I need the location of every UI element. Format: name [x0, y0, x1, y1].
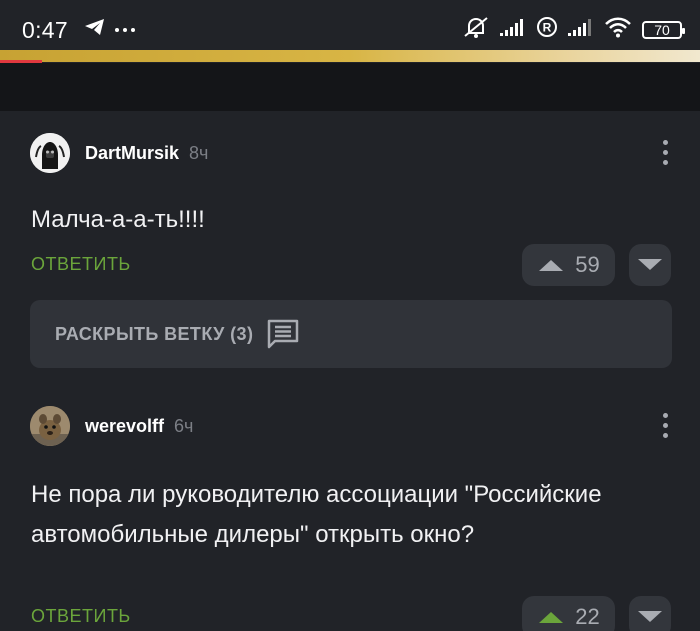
expand-thread-label: РАСКРЫТЬ ВЕТКУ (3) — [55, 323, 254, 344]
comment-text: Не пора ли руководителю ассоциации "Росс… — [31, 481, 602, 548]
svg-text:R: R — [543, 21, 552, 35]
status-bar: 0:47 R 70 — [0, 0, 700, 50]
status-time: 0:47 — [22, 17, 68, 43]
more-vertical-icon — [662, 140, 668, 145]
upvote-button[interactable]: 22 — [522, 596, 615, 631]
more-dot — [662, 433, 668, 438]
more-options-button[interactable] — [661, 140, 669, 165]
comment-time: 6ч — [174, 415, 194, 436]
status-left-icons — [84, 17, 136, 42]
upvote-count: 22 — [575, 604, 600, 629]
arrow-up-icon — [539, 260, 564, 271]
comment-header: DartMursik 8ч — [30, 133, 208, 173]
reply-button[interactable]: ОТВЕТИТЬ — [31, 606, 131, 627]
video-player-bottom — [0, 63, 700, 111]
more-dot — [662, 150, 668, 155]
arrow-up-icon — [539, 612, 564, 623]
telegram-icon — [84, 17, 106, 42]
arrow-down-icon — [638, 259, 662, 270]
more-options-button[interactable] — [661, 413, 669, 438]
wifi-icon — [604, 16, 632, 43]
app-root: 0:47 R 70 DartMursik 8ч Малча-а-а-ть!!!!… — [0, 0, 700, 631]
downvote-button[interactable] — [629, 244, 671, 286]
comment-time: 8ч — [189, 142, 209, 163]
registered-icon: R — [536, 16, 558, 43]
more-dots-icon — [114, 21, 136, 39]
comment-icon — [265, 318, 301, 350]
comment-text: Малча-а-а-ть!!!! — [31, 206, 205, 233]
bell-off-icon — [462, 15, 490, 44]
avatar[interactable] — [30, 406, 70, 446]
arrow-down-icon — [638, 611, 662, 622]
battery-icon: 70 — [642, 20, 685, 39]
more-vertical-icon — [662, 413, 668, 418]
more-dot — [662, 423, 668, 428]
more-dot — [662, 160, 668, 165]
signal-icon-2 — [568, 17, 594, 42]
expand-thread-button[interactable]: РАСКРЫТЬ ВЕТКУ (3) — [30, 300, 672, 368]
upvote-count: 59 — [575, 252, 600, 277]
downvote-button[interactable] — [629, 596, 671, 631]
username[interactable]: DartMursik — [85, 143, 179, 164]
video-thumbnail-strip[interactable] — [0, 50, 700, 62]
reply-button[interactable]: ОТВЕТИТЬ — [31, 254, 131, 275]
signal-icon — [500, 17, 526, 42]
status-right-icons: R 70 — [462, 15, 685, 44]
avatar[interactable] — [30, 133, 70, 173]
username[interactable]: werevolff — [85, 416, 164, 437]
battery-level: 70 — [654, 21, 670, 38]
comment-header: werevolff 6ч — [30, 406, 193, 446]
upvote-button[interactable]: 59 — [522, 244, 615, 286]
